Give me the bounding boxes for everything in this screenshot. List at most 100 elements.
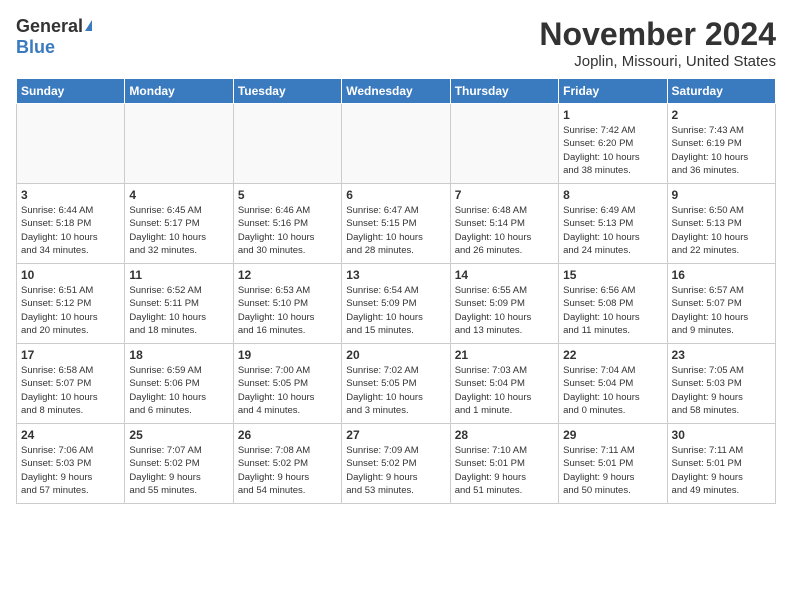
logo-blue-text: Blue (16, 37, 55, 58)
calendar-cell: 21 Sunrise: 7:03 AM Sunset: 5:04 PM Dayli… (450, 344, 558, 424)
day-number: 16 (672, 268, 771, 282)
calendar-week-row: 24Sunrise: 7:06 AM Sunset: 5:03 PM Dayli… (17, 424, 776, 504)
day-detail: Sunrise: 7:05 AM Sunset: 5:03 PM Dayligh… (672, 364, 771, 417)
day-number: 5 (238, 188, 337, 202)
day-detail: Sunrise: 7:02 AM Sunset: 5:05 PM Dayligh… (346, 364, 445, 417)
calendar-cell: 2 Sunrise: 7:43 AM Sunset: 6:19 PM Daylig… (667, 104, 775, 184)
day-detail: Sunrise: 6:58 AM Sunset: 5:07 PM Dayligh… (21, 364, 120, 417)
calendar-cell: 8Sunrise: 6:49 AM Sunset: 5:13 PM Daylig… (559, 184, 667, 264)
page-header: General Blue November 2024 Joplin, Misso… (16, 16, 776, 70)
day-detail: Sunrise: 7:03 AM Sunset: 5:04 PM Dayligh… (455, 364, 554, 417)
month-title: November 2024 (539, 16, 776, 53)
day-detail: Sunrise: 7:42 AM Sunset: 6:20 PM Dayligh… (563, 124, 662, 177)
calendar-cell (125, 104, 233, 184)
calendar-cell: 4 Sunrise: 6:45 AM Sunset: 5:17 PM Daylig… (125, 184, 233, 264)
day-number: 19 (238, 348, 337, 362)
day-number: 26 (238, 428, 337, 442)
day-number: 1 (563, 108, 662, 122)
calendar-cell: 30 Sunrise: 7:11 AM Sunset: 5:01 PM Dayli… (667, 424, 775, 504)
logo: General Blue (16, 16, 92, 58)
day-number: 21 (455, 348, 554, 362)
calendar-cell: 7Sunrise: 6:48 AM Sunset: 5:14 PM Daylig… (450, 184, 558, 264)
day-number: 28 (455, 428, 554, 442)
day-number: 20 (346, 348, 445, 362)
day-detail: Sunrise: 6:54 AM Sunset: 5:09 PM Dayligh… (346, 284, 445, 337)
day-detail: Sunrise: 7:11 AM Sunset: 5:01 PM Dayligh… (672, 444, 771, 497)
day-detail: Sunrise: 6:49 AM Sunset: 5:13 PM Dayligh… (563, 204, 662, 257)
day-detail: Sunrise: 6:44 AM Sunset: 5:18 PM Dayligh… (21, 204, 120, 257)
title-section: November 2024 Joplin, Missouri, United S… (539, 16, 776, 70)
day-number: 4 (129, 188, 228, 202)
day-number: 13 (346, 268, 445, 282)
calendar-cell: 13 Sunrise: 6:54 AM Sunset: 5:09 PM Dayli… (342, 264, 450, 344)
day-number: 14 (455, 268, 554, 282)
logo-icon (85, 20, 92, 31)
day-number: 15 (563, 268, 662, 282)
day-detail: Sunrise: 6:45 AM Sunset: 5:17 PM Dayligh… (129, 204, 228, 257)
day-number: 11 (129, 268, 228, 282)
day-number: 18 (129, 348, 228, 362)
calendar-cell (342, 104, 450, 184)
calendar-cell (17, 104, 125, 184)
day-detail: Sunrise: 7:09 AM Sunset: 5:02 PM Dayligh… (346, 444, 445, 497)
day-detail: Sunrise: 6:52 AM Sunset: 5:11 PM Dayligh… (129, 284, 228, 337)
day-detail: Sunrise: 7:00 AM Sunset: 5:05 PM Dayligh… (238, 364, 337, 417)
calendar-week-row: 1 Sunrise: 7:42 AM Sunset: 6:20 PM Daylig… (17, 104, 776, 184)
day-detail: Sunrise: 6:59 AM Sunset: 5:06 PM Dayligh… (129, 364, 228, 417)
weekday-header-tuesday: Tuesday (233, 79, 341, 104)
day-number: 6 (346, 188, 445, 202)
day-number: 22 (563, 348, 662, 362)
calendar-cell: 11 Sunrise: 6:52 AM Sunset: 5:11 PM Dayli… (125, 264, 233, 344)
day-detail: Sunrise: 7:10 AM Sunset: 5:01 PM Dayligh… (455, 444, 554, 497)
calendar-cell: 27 Sunrise: 7:09 AM Sunset: 5:02 PM Dayli… (342, 424, 450, 504)
calendar-cell: 19 Sunrise: 7:00 AM Sunset: 5:05 PM Dayli… (233, 344, 341, 424)
calendar-cell: 9 Sunrise: 6:50 AM Sunset: 5:13 PM Daylig… (667, 184, 775, 264)
day-number: 12 (238, 268, 337, 282)
day-detail: Sunrise: 6:48 AM Sunset: 5:14 PM Dayligh… (455, 204, 554, 257)
calendar-header-row: SundayMondayTuesdayWednesdayThursdayFrid… (17, 79, 776, 104)
calendar-cell: 3Sunrise: 6:44 AM Sunset: 5:18 PM Daylig… (17, 184, 125, 264)
day-number: 25 (129, 428, 228, 442)
day-detail: Sunrise: 7:08 AM Sunset: 5:02 PM Dayligh… (238, 444, 337, 497)
weekday-header-thursday: Thursday (450, 79, 558, 104)
day-number: 24 (21, 428, 120, 442)
calendar-cell: 6 Sunrise: 6:47 AM Sunset: 5:15 PM Daylig… (342, 184, 450, 264)
weekday-header-saturday: Saturday (667, 79, 775, 104)
calendar-table: SundayMondayTuesdayWednesdayThursdayFrid… (16, 78, 776, 504)
calendar-cell: 28 Sunrise: 7:10 AM Sunset: 5:01 PM Dayli… (450, 424, 558, 504)
day-detail: Sunrise: 6:57 AM Sunset: 5:07 PM Dayligh… (672, 284, 771, 337)
weekday-header-wednesday: Wednesday (342, 79, 450, 104)
day-detail: Sunrise: 6:50 AM Sunset: 5:13 PM Dayligh… (672, 204, 771, 257)
weekday-header-friday: Friday (559, 79, 667, 104)
logo-general-text: General (16, 16, 83, 37)
calendar-cell: 12Sunrise: 6:53 AM Sunset: 5:10 PM Dayli… (233, 264, 341, 344)
day-detail: Sunrise: 7:43 AM Sunset: 6:19 PM Dayligh… (672, 124, 771, 177)
day-number: 10 (21, 268, 120, 282)
day-detail: Sunrise: 6:46 AM Sunset: 5:16 PM Dayligh… (238, 204, 337, 257)
day-detail: Sunrise: 6:51 AM Sunset: 5:12 PM Dayligh… (21, 284, 120, 337)
calendar-cell: 18 Sunrise: 6:59 AM Sunset: 5:06 PM Dayli… (125, 344, 233, 424)
calendar-week-row: 17 Sunrise: 6:58 AM Sunset: 5:07 PM Dayli… (17, 344, 776, 424)
calendar-cell: 20 Sunrise: 7:02 AM Sunset: 5:05 PM Dayli… (342, 344, 450, 424)
calendar-week-row: 3Sunrise: 6:44 AM Sunset: 5:18 PM Daylig… (17, 184, 776, 264)
calendar-cell: 17 Sunrise: 6:58 AM Sunset: 5:07 PM Dayli… (17, 344, 125, 424)
calendar-cell: 26 Sunrise: 7:08 AM Sunset: 5:02 PM Dayli… (233, 424, 341, 504)
day-number: 29 (563, 428, 662, 442)
day-detail: Sunrise: 7:11 AM Sunset: 5:01 PM Dayligh… (563, 444, 662, 497)
weekday-header-monday: Monday (125, 79, 233, 104)
day-number: 17 (21, 348, 120, 362)
calendar-cell (450, 104, 558, 184)
weekday-header-sunday: Sunday (17, 79, 125, 104)
day-number: 9 (672, 188, 771, 202)
day-number: 2 (672, 108, 771, 122)
calendar-cell: 15Sunrise: 6:56 AM Sunset: 5:08 PM Dayli… (559, 264, 667, 344)
calendar-cell: 5 Sunrise: 6:46 AM Sunset: 5:16 PM Daylig… (233, 184, 341, 264)
day-number: 30 (672, 428, 771, 442)
day-detail: Sunrise: 7:04 AM Sunset: 5:04 PM Dayligh… (563, 364, 662, 417)
day-detail: Sunrise: 6:47 AM Sunset: 5:15 PM Dayligh… (346, 204, 445, 257)
day-number: 27 (346, 428, 445, 442)
calendar-cell: 16 Sunrise: 6:57 AM Sunset: 5:07 PM Dayli… (667, 264, 775, 344)
calendar-cell: 23Sunrise: 7:05 AM Sunset: 5:03 PM Dayli… (667, 344, 775, 424)
calendar-cell: 29 Sunrise: 7:11 AM Sunset: 5:01 PM Dayli… (559, 424, 667, 504)
calendar-cell: 24Sunrise: 7:06 AM Sunset: 5:03 PM Dayli… (17, 424, 125, 504)
